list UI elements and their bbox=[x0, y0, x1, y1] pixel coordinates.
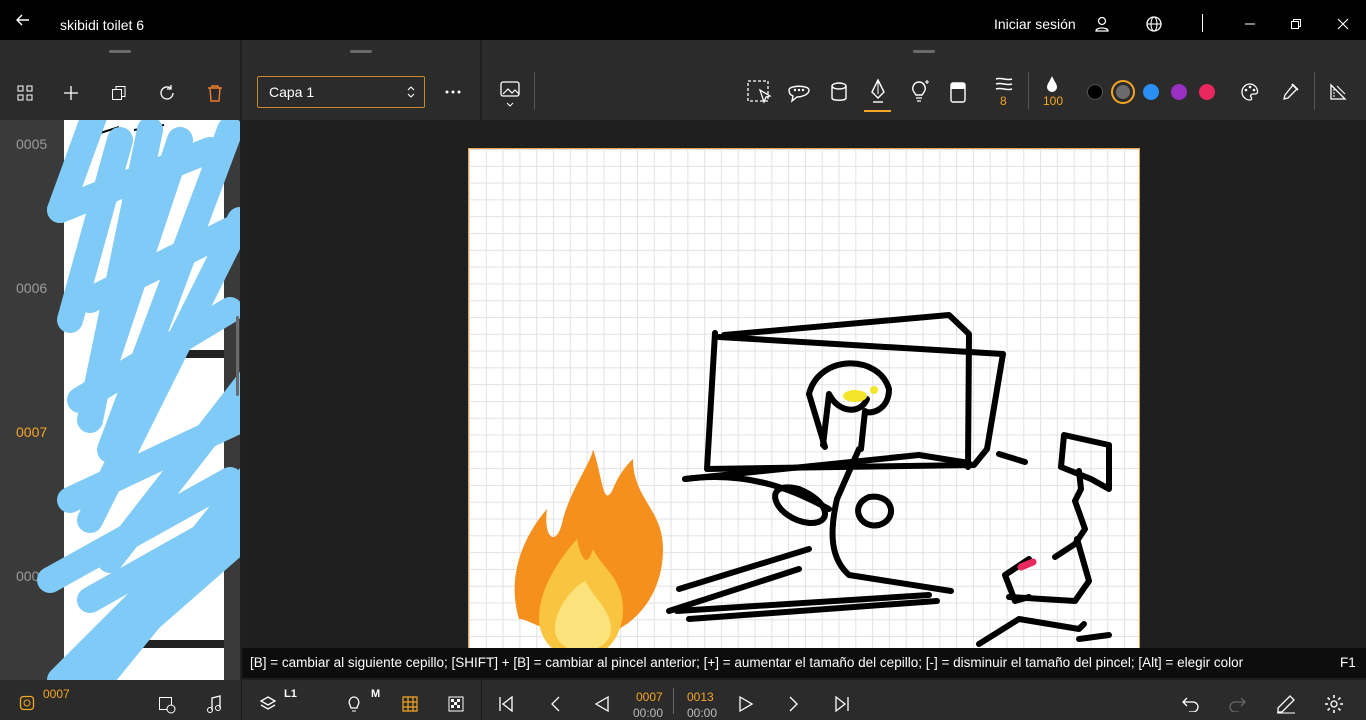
mode-badge: M bbox=[371, 688, 381, 700]
fire-drawing bbox=[514, 449, 663, 659]
total-time: 00:00 bbox=[687, 706, 718, 720]
grid-view-icon[interactable] bbox=[14, 82, 36, 104]
brush-size-value: 8 bbox=[1000, 94, 1007, 108]
import-image-icon[interactable] bbox=[498, 78, 522, 108]
chevron-updown-icon bbox=[406, 83, 416, 101]
play-backward-icon[interactable] bbox=[592, 694, 612, 714]
eyedropper-icon[interactable] bbox=[1278, 80, 1302, 104]
last-frame-icon[interactable] bbox=[832, 694, 852, 714]
first-frame-icon[interactable] bbox=[496, 694, 516, 714]
lasso-select-icon[interactable] bbox=[745, 78, 775, 106]
app-title: skibidi toilet 6 bbox=[60, 17, 145, 33]
transparency-icon[interactable] bbox=[446, 694, 466, 714]
login-link[interactable]: Iniciar sesión bbox=[994, 16, 1076, 32]
color-swatch-black[interactable] bbox=[1087, 84, 1103, 100]
frames-toolbar bbox=[0, 40, 240, 120]
grid-toggle-icon[interactable] bbox=[400, 694, 420, 714]
drawing-canvas[interactable] bbox=[468, 148, 1140, 659]
canvas-area[interactable] bbox=[242, 120, 1366, 680]
eraser-icon[interactable] bbox=[946, 78, 970, 106]
settings-gear-icon[interactable] bbox=[1323, 694, 1345, 714]
active-tool-indicator bbox=[864, 110, 891, 112]
music-note-icon[interactable] bbox=[204, 694, 224, 716]
divider bbox=[673, 688, 674, 714]
divider bbox=[1202, 14, 1203, 32]
current-frame-indicator: 0007 bbox=[43, 687, 70, 701]
playback-bar: 0007 L1 M 0007 00:00 0013 00:00 bbox=[0, 680, 1366, 720]
divider bbox=[1028, 72, 1029, 110]
divider bbox=[241, 680, 242, 720]
panel-grip[interactable] bbox=[350, 50, 372, 53]
title-bar: skibidi toilet 6 Iniciar sesión bbox=[0, 0, 1366, 40]
fill-bucket-icon[interactable] bbox=[826, 78, 852, 106]
frame-thumbnail-icon[interactable] bbox=[18, 694, 36, 712]
swatch-fill bbox=[1116, 85, 1130, 99]
globe-icon[interactable] bbox=[1142, 12, 1166, 36]
current-frame-number: 0007 bbox=[636, 690, 663, 704]
frames-strip: 0005 0006 0007 000 bbox=[0, 120, 240, 680]
undo-icon[interactable] bbox=[1179, 694, 1201, 714]
shortcut-hint-bar: [B] = cambiar al siguiente cepillo; [SHI… bbox=[242, 648, 1366, 678]
palette-icon[interactable] bbox=[1238, 80, 1262, 104]
minimize-icon[interactable] bbox=[1240, 14, 1260, 34]
divider bbox=[534, 72, 535, 110]
total-frames: 0013 bbox=[687, 690, 714, 704]
speech-bubble-icon[interactable] bbox=[785, 78, 813, 106]
refresh-icon[interactable] bbox=[156, 82, 178, 104]
scrollbar-thumb[interactable] bbox=[236, 316, 239, 396]
divider bbox=[1314, 72, 1315, 110]
scribble-overlay bbox=[0, 120, 240, 680]
edit-pencil-icon[interactable] bbox=[1275, 694, 1297, 714]
next-frame-icon[interactable] bbox=[784, 694, 804, 714]
current-time: 00:00 bbox=[633, 706, 664, 720]
restore-icon[interactable] bbox=[1286, 14, 1306, 34]
opacity-drop-icon[interactable] bbox=[1042, 74, 1062, 94]
lightbulb-icon[interactable] bbox=[906, 76, 934, 106]
add-frame-icon[interactable] bbox=[60, 82, 82, 104]
close-icon[interactable] bbox=[1333, 14, 1353, 34]
color-swatch-gray-selected[interactable] bbox=[1111, 80, 1135, 104]
play-icon[interactable] bbox=[736, 694, 756, 714]
back-arrow-icon[interactable] bbox=[10, 8, 36, 32]
layers-icon[interactable] bbox=[258, 694, 278, 714]
image-settings-icon[interactable] bbox=[156, 694, 178, 716]
shortcut-hint-text: [B] = cambiar al siguiente cepillo; [SHI… bbox=[250, 655, 1244, 670]
pen-tool-icon[interactable] bbox=[865, 76, 891, 106]
help-key[interactable]: F1 bbox=[1340, 655, 1356, 670]
redo-icon bbox=[1227, 694, 1249, 714]
onion-skin-icon[interactable] bbox=[344, 694, 364, 714]
panel-grip[interactable] bbox=[913, 50, 935, 53]
ruler-icon[interactable] bbox=[1326, 80, 1350, 104]
opacity-value: 100 bbox=[1043, 94, 1064, 108]
color-swatch-pink[interactable] bbox=[1199, 84, 1215, 100]
more-options-icon[interactable] bbox=[442, 82, 464, 102]
brush-size-icon[interactable] bbox=[992, 74, 1016, 94]
duplicate-frame-icon[interactable] bbox=[108, 82, 130, 104]
user-icon[interactable] bbox=[1090, 12, 1114, 36]
sketch-strokes bbox=[666, 312, 1112, 647]
color-swatch-blue[interactable] bbox=[1143, 84, 1159, 100]
previous-frame-icon[interactable] bbox=[545, 694, 565, 714]
panel-grip[interactable] bbox=[109, 50, 131, 53]
divider bbox=[481, 680, 482, 720]
color-swatch-purple[interactable] bbox=[1171, 84, 1187, 100]
layer-select[interactable]: Capa 1 bbox=[257, 76, 425, 108]
layer-badge: L1 bbox=[284, 688, 297, 700]
layer-select-value: Capa 1 bbox=[269, 84, 315, 100]
delete-icon[interactable] bbox=[204, 82, 226, 104]
